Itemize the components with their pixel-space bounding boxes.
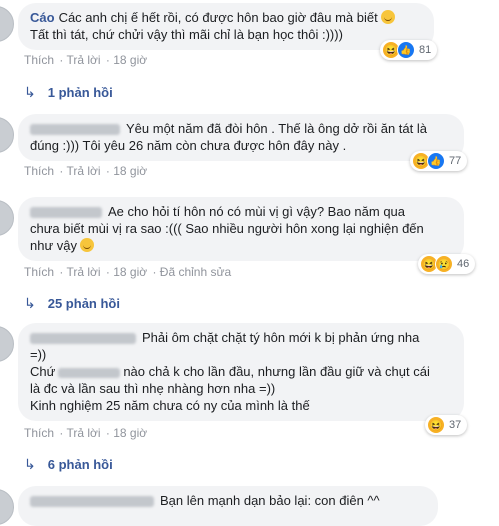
replies-count[interactable]: 1 phản hồi	[48, 85, 113, 100]
comment-actions: Thích · Trả lời · 18 giờ	[24, 164, 148, 178]
comment-text-line: Ae cho hỏi tí hôn nó có mùi vị gì vậy? B…	[108, 204, 406, 219]
comment-bubble: Cáo Các anh chị ế hết rồi, có được hôn ba…	[18, 3, 434, 50]
comment-time[interactable]: 18 giờ	[113, 426, 147, 440]
reply-arrow-icon: ↳	[24, 84, 36, 100]
avatar[interactable]	[0, 6, 14, 42]
reply-arrow-icon: ↳	[24, 295, 36, 311]
like-icon: 👍	[397, 41, 415, 59]
comment-text-line: là đc và lần sau thì nhẹ nhàng hơn nha =…	[30, 381, 276, 396]
reply-link[interactable]: Trả lời	[66, 53, 100, 67]
comment-text-line: Tất thì tát, chứ chửi vậy thì mãi chỉ là…	[30, 27, 343, 42]
comment-author-redacted[interactable]	[30, 496, 154, 508]
smile-emoji-icon	[380, 10, 395, 24]
like-link[interactable]: Thích	[24, 53, 54, 67]
comment-bubble: Bạn lên mạnh dạn bảo lại: con điên ^^	[18, 486, 438, 526]
comment-bubble: Yêu một năm đã đòi hôn . Thế là ông dở r…	[18, 114, 464, 161]
like-icon: 👍	[427, 152, 445, 170]
reply-link[interactable]: Trả lời	[66, 426, 100, 440]
comment-text-line: đúng :))) Tôi yêu 26 năm còn chưa được h…	[30, 138, 347, 153]
view-replies-link[interactable]: ↳ 25 phản hồi	[24, 295, 120, 312]
comment-author-redacted[interactable]	[30, 124, 120, 136]
haha-icon: 😆	[427, 416, 445, 434]
replies-count[interactable]: 25 phản hồi	[48, 296, 120, 311]
comment-text-line: chưa biết mùi vị ra sao :((( Sao nhiều n…	[30, 221, 424, 236]
comment-author[interactable]: Cáo	[30, 10, 55, 25]
reaction-count: 77	[449, 155, 462, 167]
reaction-count: 81	[419, 44, 432, 56]
reaction-summary[interactable]: 😆 👍 81	[380, 40, 438, 60]
avatar[interactable]	[0, 326, 14, 362]
reply-arrow-icon: ↳	[24, 456, 36, 472]
comment-time[interactable]: 18 giờ	[113, 53, 147, 67]
comment-bubble: Ae cho hỏi tí hôn nó có mùi vị gì vậy? B…	[18, 197, 464, 261]
comment-bubble: Phải ôm chặt chặt tý hôn mới k bị phản ứ…	[18, 323, 464, 421]
smile-emoji-icon	[80, 238, 95, 252]
comment-text-line: Các anh chị ế hết rồi, có được hôn bao g…	[58, 10, 378, 25]
reaction-count: 46	[457, 258, 470, 270]
sad-icon: 😢	[435, 255, 453, 273]
reaction-summary[interactable]: 😆 37	[425, 415, 468, 435]
like-link[interactable]: Thích	[24, 164, 54, 178]
like-link[interactable]: Thích	[24, 426, 54, 440]
edited-link[interactable]: Đã chỉnh sửa	[160, 265, 231, 279]
view-replies-link[interactable]: ↳ 6 phản hồi	[24, 456, 113, 473]
avatar[interactable]	[0, 117, 14, 153]
comment-author-redacted[interactable]	[30, 333, 136, 345]
replies-count[interactable]: 6 phản hồi	[48, 457, 113, 472]
comment-time[interactable]: 18 giờ	[113, 265, 147, 279]
like-link[interactable]: Thích	[24, 265, 54, 279]
comment-actions: Thích · Trả lời · 18 giờ	[24, 53, 148, 67]
reaction-summary[interactable]: 😆 😢 46	[418, 254, 476, 274]
comment-text-line: Yêu một năm đã đòi hôn . Thế là ông dở r…	[126, 121, 427, 136]
comment-actions: Thích · Trả lời · 18 giờ · Đã chỉnh sửa	[24, 265, 232, 279]
comment-author-redacted[interactable]	[30, 207, 102, 219]
reaction-summary[interactable]: 😆 👍 77	[410, 151, 468, 171]
reply-link[interactable]: Trả lời	[66, 164, 100, 178]
comment-text-line: nào chả k cho lần đầu, nhưng lần đầu giữ…	[123, 364, 430, 379]
comment-time[interactable]: 18 giờ	[113, 164, 147, 178]
avatar[interactable]	[0, 489, 14, 525]
comment-text-line: Phải ôm chặt chặt tý hôn mới k bị phản ứ…	[142, 330, 420, 345]
comment-text-line: như vậy	[30, 238, 78, 253]
comment-actions: Thích · Trả lời · 18 giờ	[24, 426, 148, 440]
redacted-name	[58, 367, 121, 378]
avatar[interactable]	[0, 200, 14, 236]
comment-text-line: Chứ	[30, 364, 56, 379]
reply-link[interactable]: Trả lời	[66, 265, 100, 279]
comment-text-line: Kinh nghiệm 25 năm chưa có ny của mình l…	[30, 398, 310, 413]
view-replies-link[interactable]: ↳ 1 phản hồi	[24, 84, 113, 101]
reaction-count: 37	[449, 419, 462, 431]
comment-text-line: Bạn lên mạnh dạn bảo lại: con điên ^^	[160, 493, 380, 508]
comment-text-line: =))	[30, 347, 47, 362]
